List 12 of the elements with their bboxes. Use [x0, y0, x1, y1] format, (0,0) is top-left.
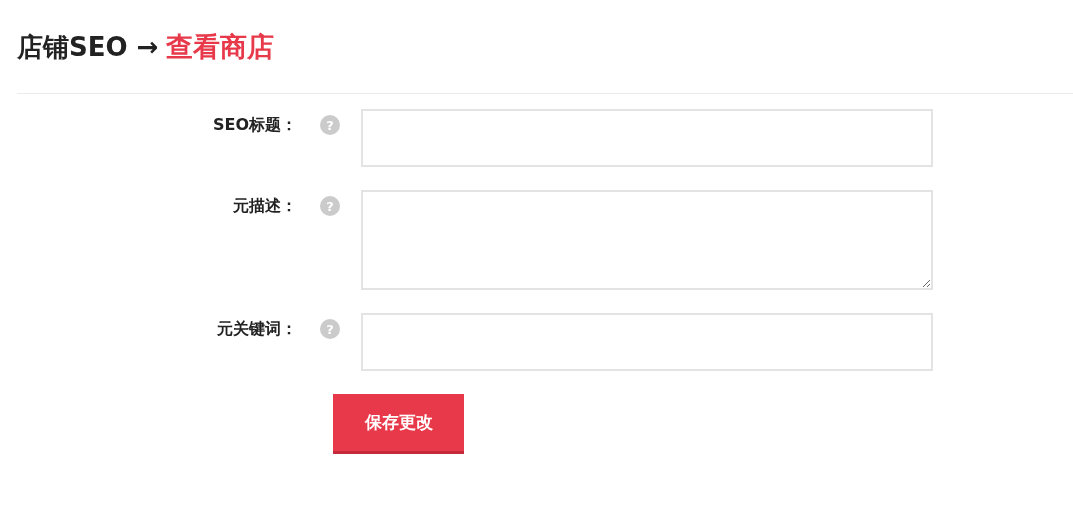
input-field[interactable] [361, 313, 933, 371]
field-label: SEO标题： [211, 114, 297, 136]
save-button[interactable]: 保存更改 [333, 394, 464, 454]
page-title: 店铺SEO → [17, 30, 159, 64]
input-field[interactable] [361, 109, 933, 167]
help-icon[interactable]: ? [320, 319, 340, 339]
view-store-link[interactable]: 查看商店 [166, 29, 275, 65]
help-icon[interactable]: ? [320, 115, 340, 135]
field-label: 元关键词： [216, 318, 297, 340]
field-label: 元描述： [232, 195, 297, 217]
help-icon[interactable]: ? [320, 196, 340, 216]
text-area[interactable] [361, 190, 933, 290]
